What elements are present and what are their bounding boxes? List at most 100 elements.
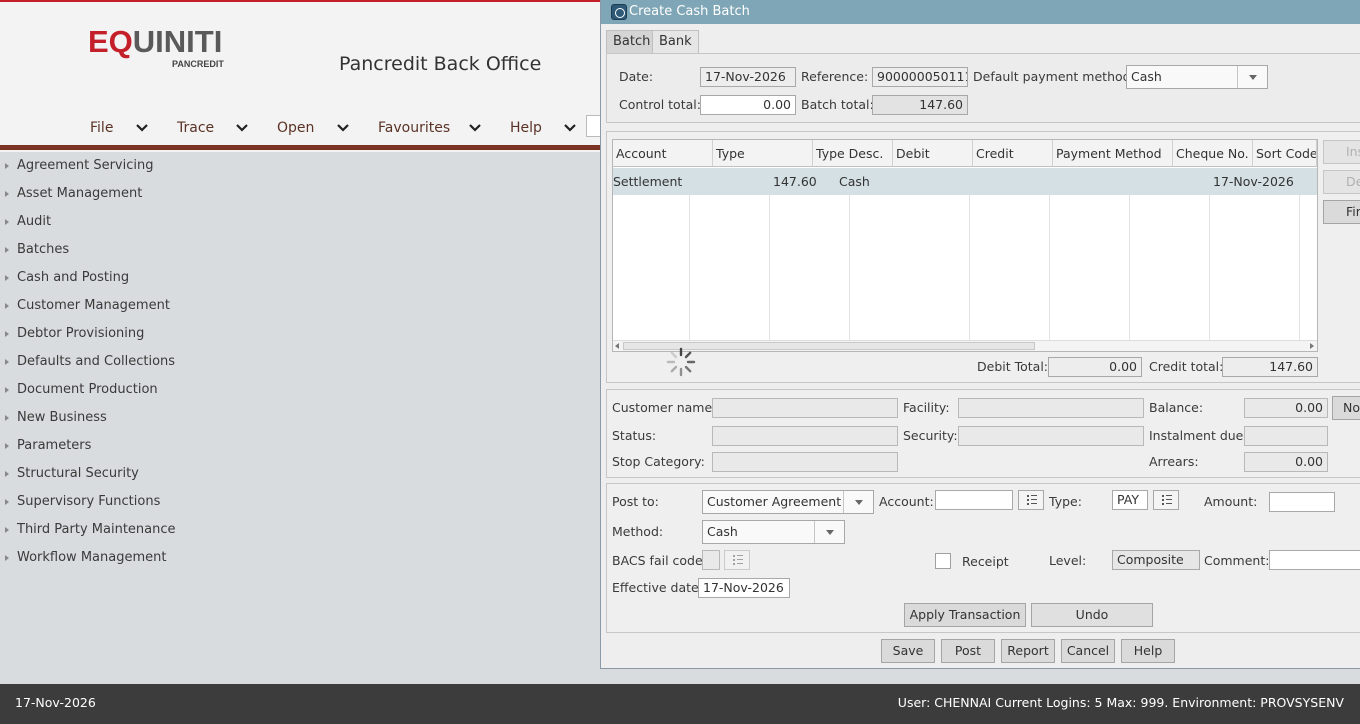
tree-item-label: Workflow Management	[17, 550, 167, 565]
expand-arrow-icon[interactable]	[5, 247, 9, 253]
method-value: Cash	[707, 524, 738, 539]
find-button[interactable]: Fir	[1323, 200, 1360, 224]
reference-field[interactable]: 900000050111	[872, 67, 968, 87]
control-total-field[interactable]: 0.00	[700, 95, 796, 115]
credit-total-field: 147.60	[1222, 357, 1318, 377]
undo-button[interactable]: Undo	[1031, 603, 1153, 627]
chevron-down-icon[interactable]	[564, 124, 576, 132]
apply-transaction-button[interactable]: Apply Transaction	[904, 603, 1026, 627]
comment-field[interactable]	[1269, 550, 1360, 570]
column-header-payment-method[interactable]: Payment Method	[1053, 140, 1173, 167]
column-header-cheque-no[interactable]: Cheque No.	[1173, 140, 1253, 167]
expand-arrow-icon[interactable]	[5, 275, 9, 281]
column-header-type-desc[interactable]: Type Desc.	[813, 140, 893, 167]
amount-label: Amount:	[1204, 494, 1258, 509]
app-window-icon	[611, 4, 627, 20]
notes-button[interactable]: Not	[1332, 396, 1360, 420]
row-date-cell: 17-Nov-2026	[1213, 174, 1294, 189]
expand-arrow-icon[interactable]	[5, 471, 9, 477]
equiniti-logo: EQUINITI PANCREDIT	[88, 24, 224, 70]
batch-date-field[interactable]: 17-Nov-2026	[700, 67, 796, 87]
type-field[interactable]: PAY	[1112, 490, 1148, 510]
chevron-down-icon[interactable]	[136, 124, 148, 132]
tree-item-label: Structural Security	[17, 466, 139, 481]
report-button[interactable]: Report	[1001, 639, 1055, 663]
account-lookup-icon[interactable]	[1018, 490, 1044, 510]
expand-arrow-icon[interactable]	[5, 527, 9, 533]
expand-arrow-icon[interactable]	[5, 387, 9, 393]
menu-file[interactable]: File	[90, 120, 113, 136]
create-cash-batch-dialog: Create Cash Batch Batch Bank Date: 17-No…	[600, 0, 1360, 669]
dropdown-arrow-icon[interactable]	[1237, 66, 1267, 88]
instalment-due-label: Instalment due:	[1149, 428, 1248, 443]
chevron-down-icon[interactable]	[236, 124, 248, 132]
insert-button[interactable]: Ins	[1323, 140, 1360, 164]
type-lookup-icon[interactable]	[1153, 490, 1179, 510]
column-header-account[interactable]: Account	[613, 140, 713, 167]
column-header-credit[interactable]: Credit	[973, 140, 1053, 167]
expand-arrow-icon[interactable]	[5, 191, 9, 197]
column-header-type[interactable]: Type	[713, 140, 813, 167]
expand-arrow-icon[interactable]	[5, 555, 9, 561]
balance-label: Balance:	[1149, 400, 1204, 415]
receipt-checkbox[interactable]	[935, 553, 951, 569]
menu-trace[interactable]: Trace	[177, 120, 214, 136]
default-payment-method-value: Cash	[1131, 69, 1162, 84]
help-button[interactable]: Help	[1121, 639, 1175, 663]
tree-item-label: Debtor Provisioning	[17, 326, 145, 341]
amount-field[interactable]	[1269, 492, 1335, 512]
scroll-left-icon[interactable]	[615, 343, 619, 349]
menu-favourites[interactable]: Favourites	[378, 120, 450, 136]
tab-batch[interactable]: Batch	[606, 30, 658, 54]
menu-open[interactable]: Open	[277, 120, 314, 136]
account-field[interactable]	[935, 490, 1013, 510]
row-method-cell: Cash	[839, 174, 870, 189]
tree-item-label: Cash and Posting	[17, 270, 130, 285]
dialog-title-bar[interactable]: Create Cash Batch	[601, 0, 1360, 24]
expand-arrow-icon[interactable]	[5, 303, 9, 309]
save-button[interactable]: Save	[881, 639, 935, 663]
method-select[interactable]: Cash	[702, 520, 845, 544]
balance-field: 0.00	[1244, 398, 1328, 418]
status-date: 17-Nov-2026	[15, 695, 96, 710]
grid-line	[1129, 195, 1130, 340]
status-session-info: User: CHENNAI Current Logins: 5 Max: 999…	[897, 695, 1344, 710]
chevron-down-icon[interactable]	[337, 124, 349, 132]
logo-grey-text: UINITI	[132, 24, 223, 59]
status-field	[712, 426, 898, 446]
grid-line	[849, 195, 850, 340]
expand-arrow-icon[interactable]	[5, 499, 9, 505]
column-header-debit[interactable]: Debit	[893, 140, 973, 167]
tree-item-label: Third Party Maintenance	[17, 522, 176, 537]
post-to-value: Customer Agreement	[707, 494, 842, 509]
column-header-sort-code[interactable]: Sort Code	[1253, 140, 1317, 167]
effective-date-field[interactable]: 17-Nov-2026	[698, 578, 790, 598]
expand-arrow-icon[interactable]	[5, 163, 9, 169]
type-label: Type:	[1049, 494, 1082, 509]
table-row[interactable]	[613, 168, 1317, 195]
expand-arrow-icon[interactable]	[5, 359, 9, 365]
dropdown-arrow-icon[interactable]	[814, 521, 844, 543]
menu-help[interactable]: Help	[510, 120, 542, 136]
dropdown-arrow-icon[interactable]	[843, 491, 873, 513]
delete-button[interactable]: Del	[1323, 170, 1360, 194]
logo-red-text: EQ	[88, 24, 133, 59]
logo-subtitle: PANCREDIT	[172, 59, 224, 69]
expand-arrow-icon[interactable]	[5, 415, 9, 421]
cancel-button[interactable]: Cancel	[1061, 639, 1115, 663]
expand-arrow-icon[interactable]	[5, 443, 9, 449]
instalment-due-field	[1244, 426, 1328, 446]
tab-bank[interactable]: Bank	[652, 30, 699, 54]
post-button[interactable]: Post	[941, 639, 995, 663]
status-label: Status:	[612, 428, 657, 443]
default-payment-method-select[interactable]: Cash	[1126, 65, 1268, 89]
facility-field	[958, 398, 1144, 418]
expand-arrow-icon[interactable]	[5, 219, 9, 225]
scroll-right-icon[interactable]	[1310, 343, 1314, 349]
transactions-grid[interactable]: Account Type Type Desc. Debit Credit Pay…	[612, 139, 1318, 352]
horizontal-scrollbar[interactable]	[613, 340, 1317, 351]
expand-arrow-icon[interactable]	[5, 331, 9, 337]
post-to-select[interactable]: Customer Agreement	[702, 490, 874, 514]
grid-line	[1049, 195, 1050, 340]
chevron-down-icon[interactable]	[469, 124, 481, 132]
